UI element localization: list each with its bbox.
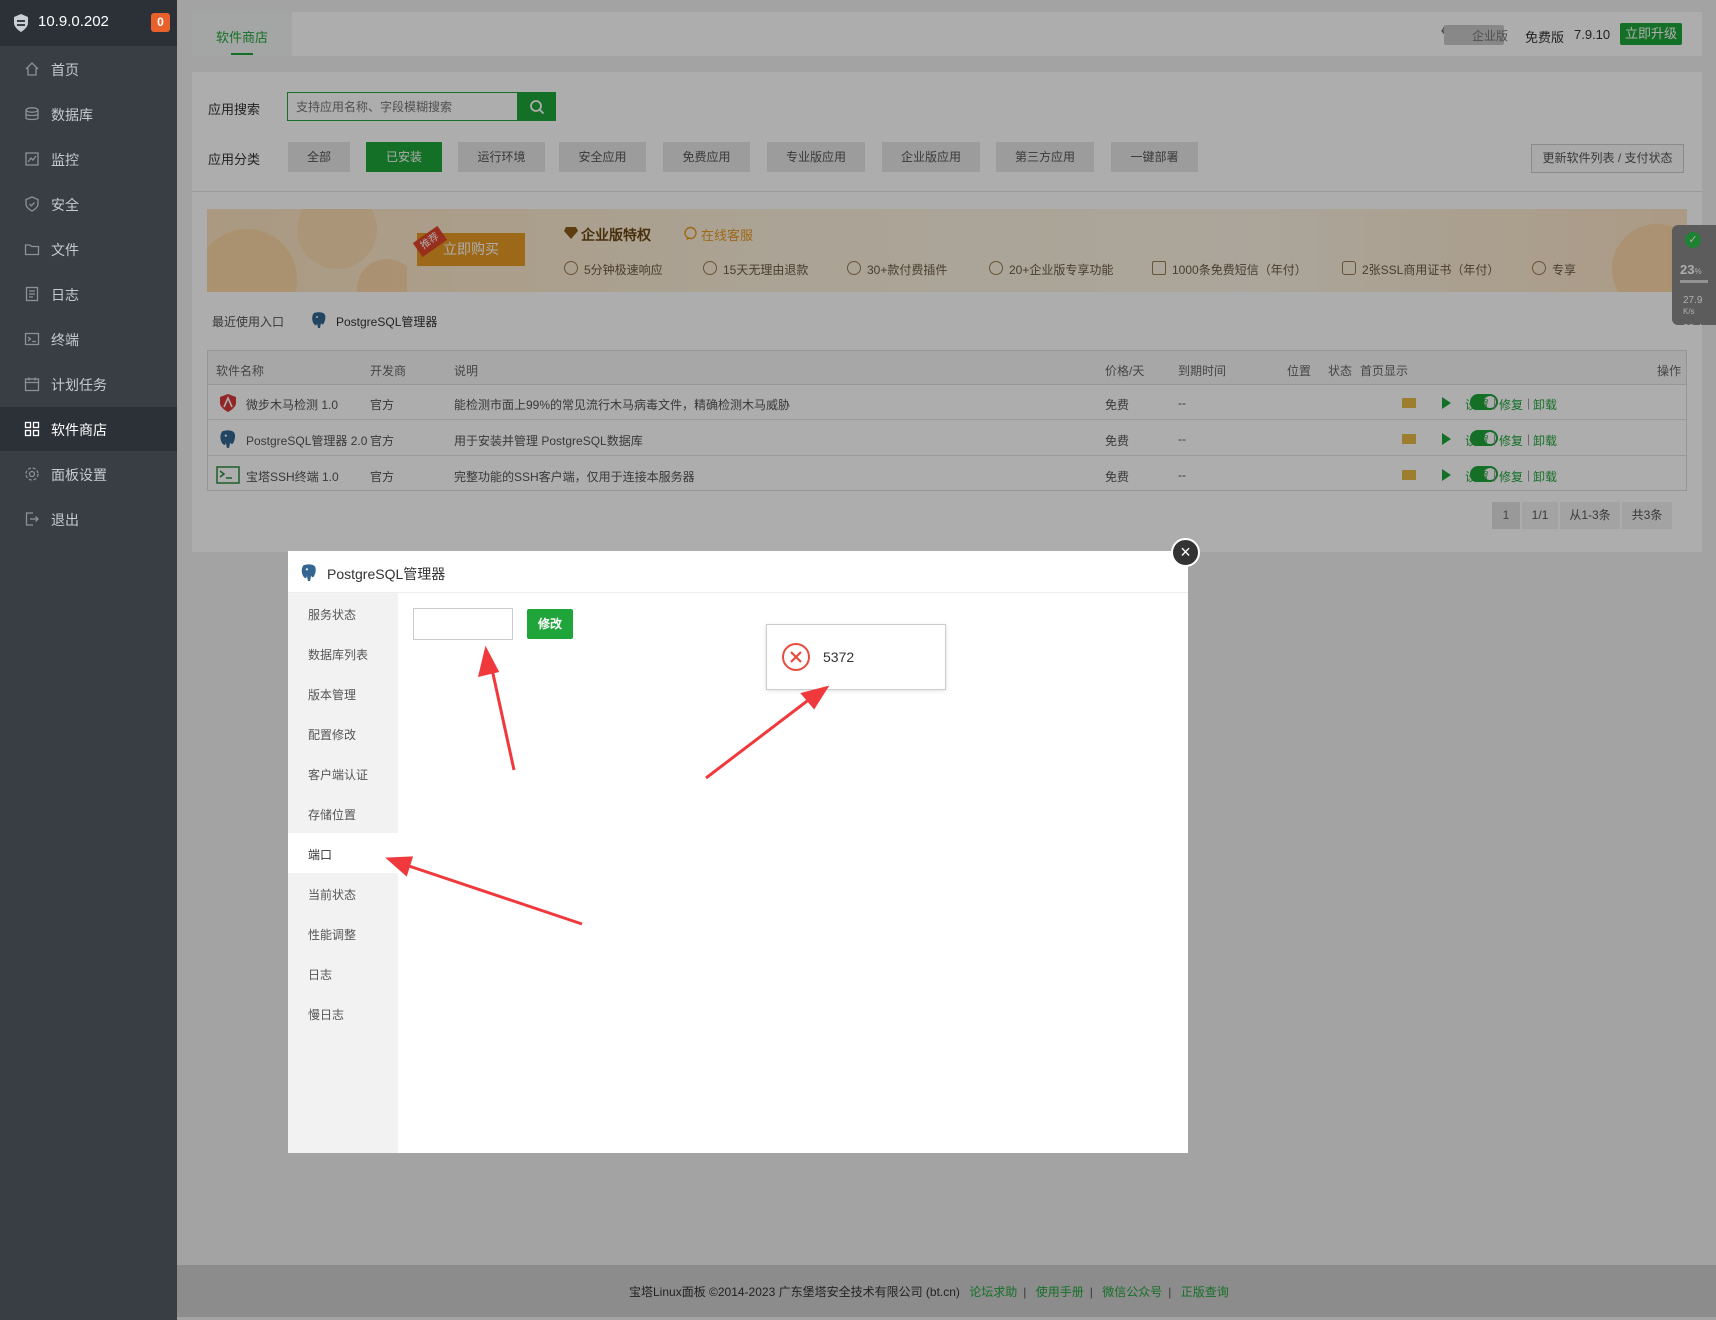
close-icon[interactable]: × — [1171, 538, 1200, 567]
error-icon — [782, 643, 810, 671]
logout-icon — [25, 512, 39, 526]
menu-client-auth[interactable]: 客户端认证 — [288, 753, 398, 793]
menu-config[interactable]: 配置修改 — [288, 713, 398, 753]
sidebar-item-label: 日志 — [51, 287, 79, 303]
menu-label: 配置修改 — [308, 728, 357, 742]
menu-label: 慢日志 — [308, 1008, 345, 1022]
dialog-menu: 服务状态 数据库列表 版本管理 配置修改 客户端认证 存储位置 端口 当前状态 … — [288, 593, 398, 1153]
sidebar-item-label: 软件商店 — [51, 422, 107, 438]
menu-label: 日志 — [308, 968, 333, 982]
server-icon — [14, 14, 28, 32]
shield-icon — [25, 196, 39, 212]
database-icon — [25, 107, 39, 121]
folder-icon — [24, 244, 40, 256]
sidebar-item-label: 终端 — [51, 332, 79, 348]
menu-current-status[interactable]: 当前状态 — [288, 873, 398, 913]
menu-performance[interactable]: 性能调整 — [288, 913, 398, 953]
sidebar-item-logout[interactable]: 退出 — [0, 497, 177, 541]
sidebar-item-files[interactable]: 文件 — [0, 227, 177, 271]
menu-label: 数据库列表 — [308, 648, 369, 662]
dialog-header[interactable]: PostgreSQL管理器 — [288, 551, 1188, 593]
error-toast: 5372 — [766, 624, 946, 690]
menu-database-list[interactable]: 数据库列表 — [288, 633, 398, 673]
menu-label: 存储位置 — [308, 808, 357, 822]
terminal-icon — [24, 332, 40, 346]
menu-label: 性能调整 — [308, 928, 357, 942]
menu-service-status[interactable]: 服务状态 — [288, 593, 398, 633]
sidebar-item-label: 监控 — [51, 152, 79, 168]
sidebar-item-monitor[interactable]: 监控 — [0, 137, 177, 181]
sidebar: 10.9.0.202 0 首页 数据库 监控 安全 文件 日志 终端 计划任务 … — [0, 0, 177, 1320]
sidebar-item-settings[interactable]: 面板设置 — [0, 452, 177, 496]
log-icon — [25, 286, 39, 302]
sidebar-item-label: 首页 — [51, 62, 79, 78]
message-badge[interactable]: 0 — [151, 13, 170, 32]
postgresql-manager-dialog: PostgreSQL管理器 服务状态 数据库列表 版本管理 配置修改 客户端认证… — [288, 551, 1188, 1153]
menu-label: 服务状态 — [308, 608, 357, 622]
modify-button[interactable]: 修改 — [527, 609, 573, 639]
menu-port[interactable]: 端口 — [288, 833, 398, 873]
sidebar-item-label: 安全 — [51, 197, 79, 213]
calendar-icon — [24, 377, 40, 392]
menu-label: 端口 — [308, 848, 333, 862]
menu-log[interactable]: 日志 — [288, 953, 398, 993]
sidebar-item-database[interactable]: 数据库 — [0, 92, 177, 136]
postgresql-icon — [301, 564, 316, 581]
menu-slow-log[interactable]: 慢日志 — [288, 993, 398, 1033]
dialog-title: PostgreSQL管理器 — [327, 566, 446, 582]
sidebar-item-label: 面板设置 — [51, 467, 107, 483]
server-ip[interactable]: 10.9.0.202 — [38, 13, 109, 30]
sidebar-item-label: 计划任务 — [51, 377, 107, 393]
menu-label: 版本管理 — [308, 688, 357, 702]
menu-label: 客户端认证 — [308, 768, 369, 782]
sidebar-header: 10.9.0.202 0 — [0, 0, 177, 46]
sidebar-item-security[interactable]: 安全 — [0, 182, 177, 226]
apps-icon — [24, 421, 40, 437]
sidebar-item-store[interactable]: 软件商店 — [0, 407, 177, 451]
sidebar-item-label: 文件 — [51, 242, 79, 258]
sidebar-item-logs[interactable]: 日志 — [0, 272, 177, 316]
home-icon — [25, 62, 39, 76]
menu-label: 当前状态 — [308, 888, 357, 902]
toast-message: 5372 — [823, 649, 855, 665]
gear-icon — [25, 467, 39, 481]
port-input[interactable] — [413, 608, 513, 640]
sidebar-item-terminal[interactable]: 终端 — [0, 317, 177, 361]
sidebar-item-label: 退出 — [51, 512, 79, 528]
sidebar-item-cron[interactable]: 计划任务 — [0, 362, 177, 406]
menu-version[interactable]: 版本管理 — [288, 673, 398, 713]
monitor-icon — [25, 152, 39, 166]
sidebar-item-label: 数据库 — [51, 107, 93, 123]
menu-storage[interactable]: 存储位置 — [288, 793, 398, 833]
sidebar-item-home[interactable]: 首页 — [0, 47, 177, 91]
